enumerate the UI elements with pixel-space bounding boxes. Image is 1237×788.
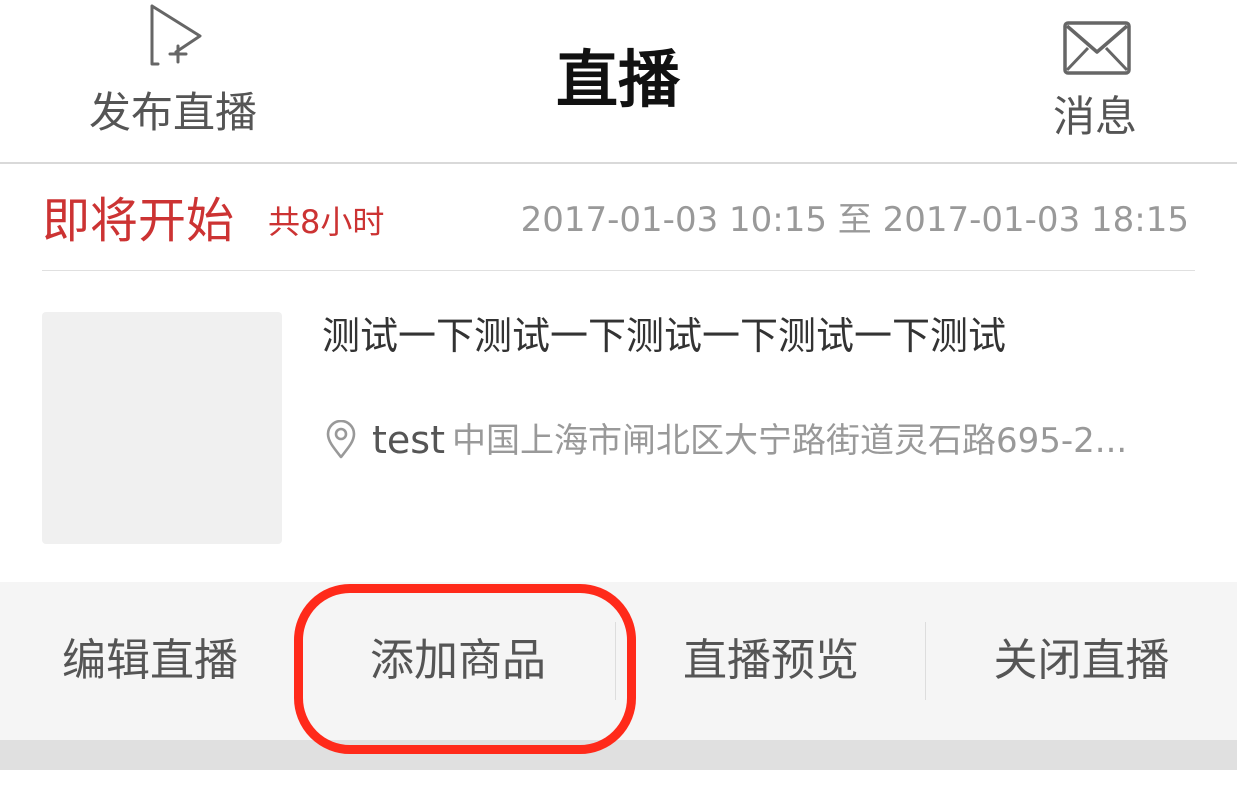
page-title: 直播: [555, 43, 680, 116]
edit-live-button[interactable]: 编辑直播: [0, 582, 300, 740]
publish-live-label: 发布直播: [88, 88, 257, 137]
location-address: 中国上海市闸北区大宁路街道灵石路695-2...: [452, 421, 1128, 461]
location-pin-icon: [326, 420, 356, 459]
preview-live-button[interactable]: 直播预览: [616, 582, 926, 740]
video-plus-icon: [150, 4, 202, 66]
live-cover-thumbnail[interactable]: [42, 312, 282, 544]
section-separator: [0, 740, 1237, 770]
live-time-range: 2017-01-03 10:15 至 2017-01-03 18:15: [520, 200, 1189, 240]
live-status-row: 即将开始 共8小时 2017-01-03 10:15 至 2017-01-03 …: [42, 166, 1195, 271]
live-location: test 中国上海市闸北区大宁路街道灵石路695-2...: [324, 414, 1174, 468]
live-title[interactable]: 测试一下测试一下测试一下测试一下测试: [322, 310, 1192, 362]
close-live-button[interactable]: 关闭直播: [926, 582, 1237, 740]
location-name: test: [372, 418, 445, 462]
live-duration: 共8小时: [268, 203, 385, 241]
live-status: 即将开始: [42, 193, 235, 249]
envelope-icon: [1063, 21, 1131, 75]
publish-live-button[interactable]: 发布直播: [78, 0, 268, 150]
messages-button[interactable]: 消息: [1030, 12, 1160, 150]
messages-label: 消息: [1052, 92, 1137, 141]
top-nav-bar: 发布直播 直播 消息: [0, 0, 1237, 164]
add-goods-button[interactable]: 添加商品: [300, 582, 616, 740]
live-action-bar: 编辑直播 添加商品 直播预览 关闭直播: [0, 582, 1237, 740]
live-stream-page: 发布直播 直播 消息 即将开始 共8小时 2017-01-03 10:15 至 …: [0, 0, 1237, 788]
